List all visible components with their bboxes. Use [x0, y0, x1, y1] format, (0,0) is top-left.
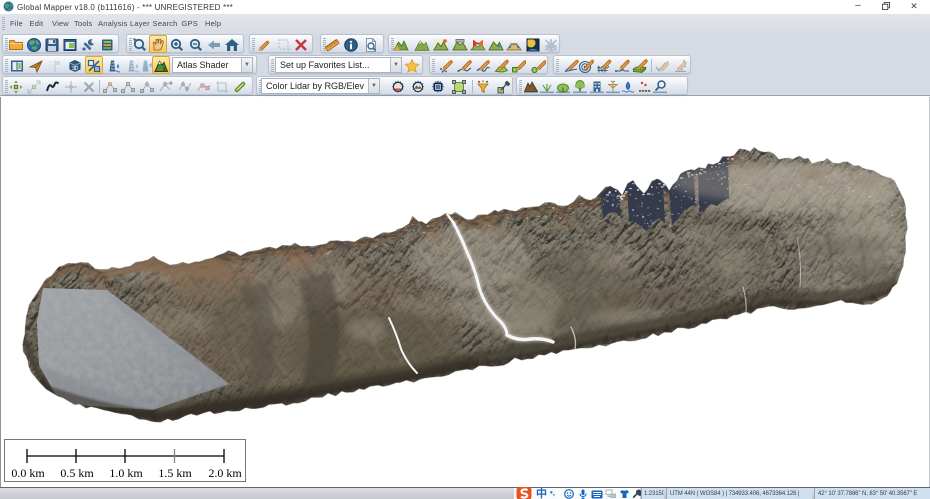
svg-text:0.5 km: 0.5 km	[60, 466, 94, 480]
svg-text:1.0 km: 1.0 km	[109, 466, 143, 480]
svg-text:2.0 km: 2.0 km	[208, 466, 242, 480]
svg-text:1.5 km: 1.5 km	[158, 466, 192, 480]
svg-text:3D: 3D	[72, 66, 79, 72]
svg-text:0.0 km: 0.0 km	[11, 466, 45, 480]
